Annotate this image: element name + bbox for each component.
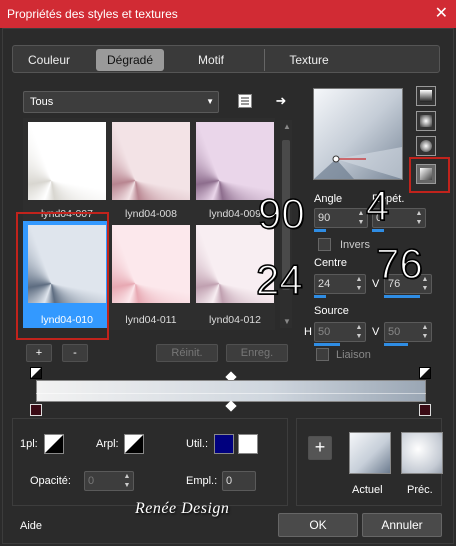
close-icon[interactable]: ✕ (435, 0, 448, 28)
opacity-spinner-icon[interactable]: ▲ ▼ (121, 472, 133, 490)
link-label: Liaison (336, 349, 371, 361)
source-label: Source (314, 305, 349, 317)
scroll-down-icon[interactable]: ▼ (283, 317, 291, 326)
save-button[interactable]: Enreg. (226, 344, 288, 362)
source-v-value: 50 (388, 326, 401, 338)
tab-couleur[interactable]: Couleur (16, 49, 82, 71)
gradient-thumb-lynd04-009[interactable] (196, 122, 274, 200)
rectangular-gradient-style-button[interactable] (416, 111, 436, 131)
annotation-centre-h: 24 (255, 255, 303, 304)
angle-label: Angle (314, 193, 343, 205)
bottom-stop-marker-left[interactable] (30, 404, 42, 416)
thumb-label: lynd04-008 (125, 208, 177, 220)
empl-value: 0 (226, 475, 233, 487)
opacity-input[interactable]: 0 ▲ ▼ (84, 471, 134, 491)
reset-button[interactable]: Réinit. (156, 344, 218, 362)
annotation-repeats: 4 (365, 181, 390, 230)
cancel-button[interactable]: Annuler (362, 513, 442, 537)
pl-swatch[interactable] (44, 434, 64, 454)
linear-gradient-style-button[interactable] (416, 86, 436, 106)
source-v-spinner-icon[interactable]: ▲ ▼ (419, 323, 431, 341)
centre-h-input[interactable]: 24 ▲ ▼ (314, 274, 366, 294)
opacity-label: Opacité: (30, 475, 71, 487)
window-title: Propriétés des styles et textures (7, 7, 178, 21)
arpl-label: Arpl: (96, 438, 119, 450)
tab-degrade[interactable]: Dégradé (96, 49, 164, 71)
thumb-label: lynd04-012 (209, 314, 261, 326)
source-h-value: 50 (318, 326, 331, 338)
centre-h-slider[interactable] (314, 295, 326, 298)
pl-label: 1pl: (20, 438, 38, 450)
empl-input[interactable]: 0 (222, 471, 256, 491)
angle-value: 90 (318, 212, 331, 224)
title-bar: Propriétés des styles et textures ✕ (0, 0, 456, 28)
watermark: Renée Design (135, 500, 230, 517)
source-h-label: H (304, 326, 312, 338)
arrow-right-icon[interactable]: ➜ (272, 91, 290, 111)
source-v-input[interactable]: 50 ▲ ▼ (384, 322, 432, 342)
repeats-spinner-icon[interactable]: ▲ ▼ (413, 209, 425, 227)
invert-checkbox[interactable] (318, 238, 331, 251)
gradient-bar-line (36, 393, 426, 394)
add-gradient-button[interactable]: + (26, 344, 52, 362)
previous-gradient-swatch[interactable] (401, 432, 443, 474)
invert-label: Invers (340, 239, 370, 251)
sunburst-gradient-style-button[interactable] (416, 136, 436, 156)
category-select[interactable]: Tous ▼ (23, 91, 219, 113)
tab-motif[interactable]: Motif (178, 49, 244, 71)
angle-input[interactable]: 90 ▲ ▼ (314, 208, 368, 228)
chevron-down-icon: ▼ (206, 97, 214, 106)
annotation-highlight (16, 212, 109, 340)
top-stop-marker-right[interactable] (419, 367, 431, 379)
background-color-swatch[interactable] (238, 434, 258, 454)
top-stop-marker-left[interactable] (30, 367, 42, 379)
source-v-slider[interactable] (384, 343, 408, 346)
source-h-slider[interactable] (314, 343, 340, 346)
angle-slider[interactable] (314, 229, 326, 232)
add-stop-icon[interactable]: + (308, 436, 332, 460)
centre-h-spinner-icon[interactable]: ▲ ▼ (353, 275, 365, 293)
annotation-centre-v: 76 (375, 239, 423, 288)
list-view-icon[interactable] (236, 91, 254, 111)
gradient-thumb-lynd04-008[interactable] (112, 122, 190, 200)
ok-button[interactable]: OK (278, 513, 358, 537)
category-value: Tous (30, 96, 54, 108)
source-v-label: V (372, 326, 380, 338)
gradient-preview[interactable] (313, 88, 403, 180)
remove-gradient-button[interactable]: - (62, 344, 88, 362)
source-h-spinner-icon[interactable]: ▲ ▼ (353, 323, 365, 341)
annotation-highlight (409, 157, 450, 193)
stop-properties-panel (12, 418, 288, 506)
foreground-color-swatch[interactable] (214, 434, 234, 454)
opacity-value: 0 (88, 475, 95, 487)
centre-h-value: 24 (318, 278, 331, 290)
empl-label: Empl.: (186, 475, 218, 487)
link-checkbox[interactable] (316, 348, 329, 361)
arpl-swatch[interactable] (124, 434, 144, 454)
bottom-stop-marker-right[interactable] (419, 404, 431, 416)
centre-v-slider[interactable] (384, 295, 420, 298)
tab-texture[interactable]: Texture (276, 49, 342, 71)
current-gradient-swatch[interactable] (349, 432, 391, 474)
gradient-thumb-lynd04-011[interactable] (112, 225, 190, 303)
current-label: Actuel (352, 484, 383, 496)
gradient-thumb-lynd04-007[interactable] (28, 122, 106, 200)
gradient-bar[interactable] (36, 380, 426, 402)
scroll-up-icon[interactable]: ▲ (283, 122, 291, 131)
util-label: Util.: (186, 438, 208, 450)
annotation-angle: 90 (257, 189, 305, 238)
thumb-label: lynd04-011 (125, 314, 177, 326)
centre-label: Centre (314, 257, 348, 269)
help-link[interactable]: Aide (20, 520, 42, 532)
previous-label: Préc. (407, 484, 433, 496)
source-h-input[interactable]: 50 ▲ ▼ (314, 322, 366, 342)
tab-separator (264, 49, 265, 71)
